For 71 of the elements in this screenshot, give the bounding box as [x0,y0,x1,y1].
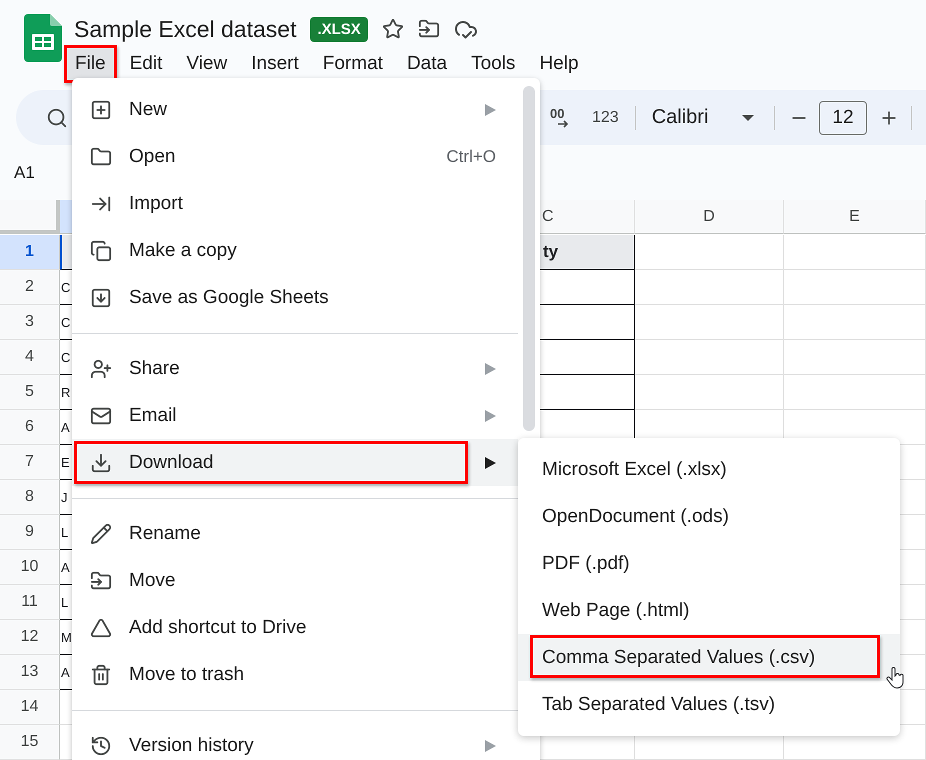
search-icon[interactable] [46,106,68,128]
document-title[interactable]: Sample Excel dataset [74,16,296,42]
row-header[interactable]: 7 [0,445,60,480]
select-all-corner[interactable] [0,200,60,234]
submenu-item[interactable]: Comma Separated Values (.csv) [518,634,900,681]
move-folder-icon [90,570,112,592]
menu-bar-item[interactable]: View [175,45,238,83]
font-select[interactable]: Calibri [652,106,708,129]
menu-item[interactable]: Save as Google Sheets [72,274,518,321]
submenu-item[interactable]: Microsoft Excel (.xlsx) [518,446,900,493]
submenu-item[interactable]: Web Page (.html) [518,587,900,634]
submenu-item[interactable]: PDF (.pdf) [518,540,900,587]
menu-item[interactable]: Rename [72,510,518,557]
submenu-arrow-icon [485,740,496,752]
scrollbar-thumb[interactable] [523,86,535,431]
menu-bar-item[interactable]: Edit [118,45,174,83]
submenu-item[interactable]: OpenDocument (.ods) [518,493,900,540]
row-header[interactable]: 13 [0,655,60,690]
row-header[interactable]: 12 [0,620,60,655]
submenu-arrow-icon [485,362,496,374]
shortcut-text: Ctrl+O [446,146,496,166]
row-header[interactable]: 10 [0,550,60,585]
row-header[interactable]: 1 [0,235,60,270]
menu-bar-item[interactable]: Data [396,45,458,83]
menu-item[interactable]: New [72,86,518,133]
trash-icon [90,664,112,686]
row-header[interactable]: 4 [0,340,60,375]
row-header[interactable]: 15 [0,725,60,760]
row-header[interactable]: 5 [0,375,60,410]
column-header[interactable]: E [784,200,926,234]
menu-bar-item[interactable]: Help [528,45,590,83]
drive-shortcut-icon [90,616,112,638]
row-header[interactable]: 3 [0,305,60,340]
save-icon [90,286,112,308]
file-type-badge: .XLSX [310,16,368,42]
download-icon [90,452,112,474]
copy-icon [90,240,112,262]
history-icon [90,734,112,756]
menu-bar-item[interactable]: Format [312,45,394,83]
column-header[interactable]: D [635,200,784,234]
font-size-field[interactable]: 12 [819,100,867,134]
move-folder-icon[interactable] [418,18,440,40]
menu-item[interactable]: Version history [72,722,518,760]
menu-item[interactable]: Open Ctrl+O [72,133,518,180]
row-header[interactable]: 11 [0,585,60,620]
menu-item[interactable]: Download [72,439,518,486]
caret-icon[interactable] [742,114,754,120]
menu-item[interactable]: Email [72,392,518,439]
submenu-arrow-icon [485,410,496,422]
menu-item[interactable]: Move [72,557,518,604]
star-icon[interactable] [382,18,404,40]
submenu-item[interactable]: Tab Separated Values (.tsv) [518,681,900,728]
row-header[interactable]: 8 [0,480,60,515]
sheets-logo-icon[interactable] [24,14,62,62]
submenu-arrow-icon [485,456,496,468]
share-icon [90,358,112,380]
menu-item[interactable]: Move to trash [72,651,518,698]
menu-bar-item[interactable]: Tools [460,45,526,83]
name-box[interactable]: A1 [14,162,35,182]
submenu-arrow-icon [485,104,496,116]
menu-item[interactable]: Share [72,345,518,392]
row-header[interactable]: 2 [0,270,60,305]
menu-bar-item[interactable]: Insert [240,45,310,83]
pencil-icon [90,522,112,544]
menu-item[interactable]: Add shortcut to Drive [72,604,518,651]
number-format-button[interactable]: 123 [592,108,619,126]
row-header[interactable]: 14 [0,690,60,725]
row-header[interactable]: 9 [0,515,60,550]
new-icon [90,98,112,120]
row-header[interactable]: 6 [0,410,60,445]
folder-icon [90,146,112,168]
